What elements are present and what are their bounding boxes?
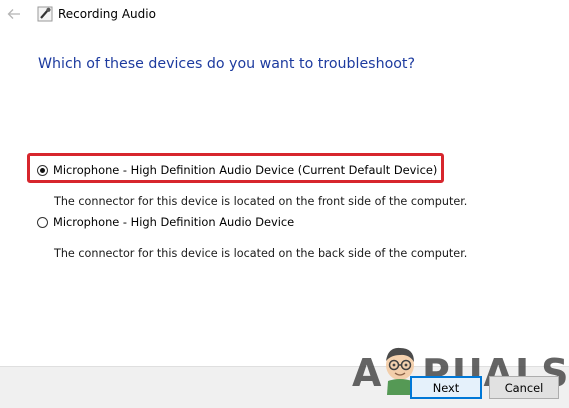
window-title: Recording Audio [58,7,156,21]
page-heading: Which of these devices do you want to tr… [38,56,416,72]
radio-unselected[interactable] [37,216,48,228]
arrow-left-icon [7,9,20,19]
troubleshooter-window: Recording Audio Which of these devices d… [0,0,569,408]
device-option-description: The connector for this device is located… [54,247,468,260]
back-button[interactable] [4,5,24,23]
device-option-description: The connector for this device is located… [54,195,468,208]
radio-dot [40,167,45,173]
device-option-back[interactable]: Microphone - High Definition Audio Devic… [37,215,294,229]
footer-bar [0,366,569,408]
microphone-icon [37,6,53,22]
radio-selected[interactable] [37,164,48,176]
next-button[interactable]: Next [410,376,482,399]
cancel-button[interactable]: Cancel [489,376,559,399]
title-bar: Recording Audio [0,0,569,30]
device-option-label: Microphone - High Definition Audio Devic… [53,163,438,177]
device-option-label: Microphone - High Definition Audio Devic… [53,215,295,229]
device-option-front[interactable]: Microphone - High Definition Audio Devic… [37,163,437,177]
